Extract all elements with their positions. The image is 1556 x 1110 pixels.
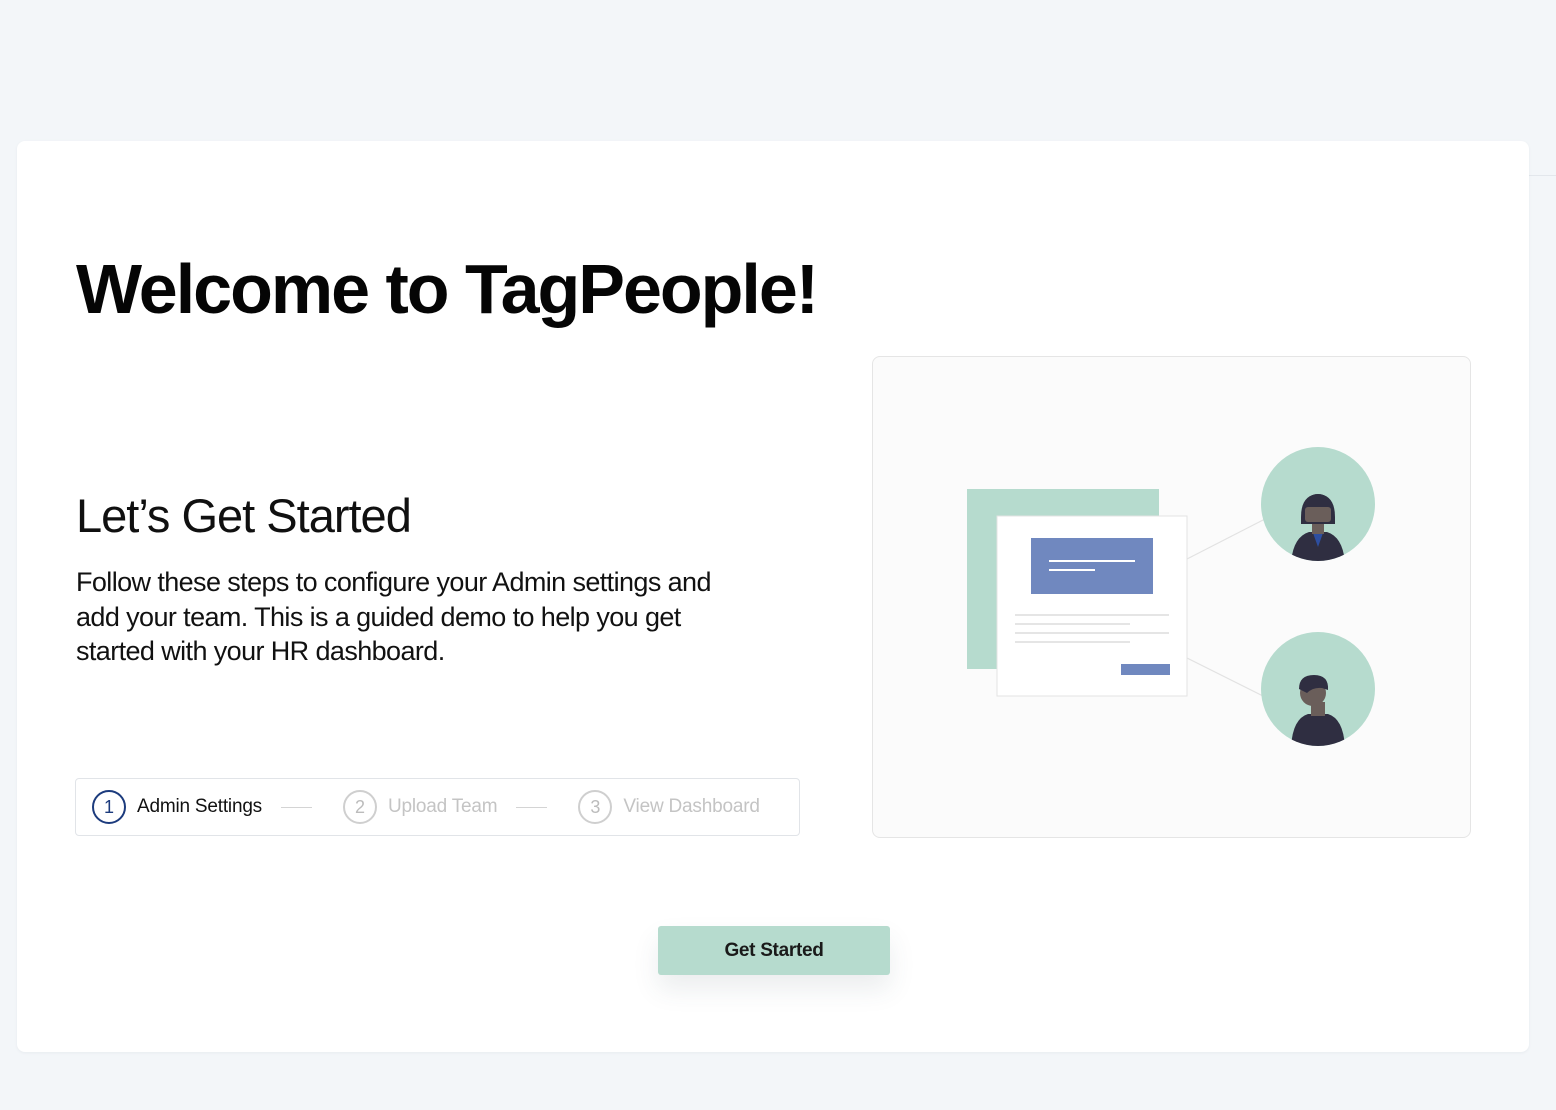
document-icon [996,515,1188,697]
page: Welcome to TagPeople! Let’s Get Started … [0,0,1556,1110]
step-label: Admin Settings [137,796,262,817]
intro-description: Follow these steps to configure your Adm… [76,567,711,666]
step-connector [516,806,548,808]
male-avatar-icon [1261,632,1375,746]
illustration-graphic [967,447,1375,746]
team-onboarding-illustration [872,356,1471,838]
step-connector [281,806,312,808]
step-number-badge: 2 [343,790,377,824]
step-upload-team[interactable]: 2 Upload Team [343,790,498,824]
get-started-button[interactable]: Get Started [658,926,890,975]
section-subtitle: Let’s Get Started [76,489,412,542]
page-title: Welcome to TagPeople! [76,250,819,328]
step-number-badge: 1 [92,790,126,824]
step-view-dashboard[interactable]: 3 View Dashboard [578,790,760,824]
background-divider [1529,175,1556,176]
step-label: Upload Team [388,796,498,817]
onboarding-card: Welcome to TagPeople! Let’s Get Started … [17,141,1529,1052]
step-label: View Dashboard [623,796,760,817]
female-avatar-icon [1261,447,1375,561]
onboarding-stepper: 1 Admin Settings 2 Upload Team 3 View Da… [75,778,800,836]
step-number-badge: 3 [578,790,613,824]
step-admin-settings[interactable]: 1 Admin Settings [92,790,262,824]
